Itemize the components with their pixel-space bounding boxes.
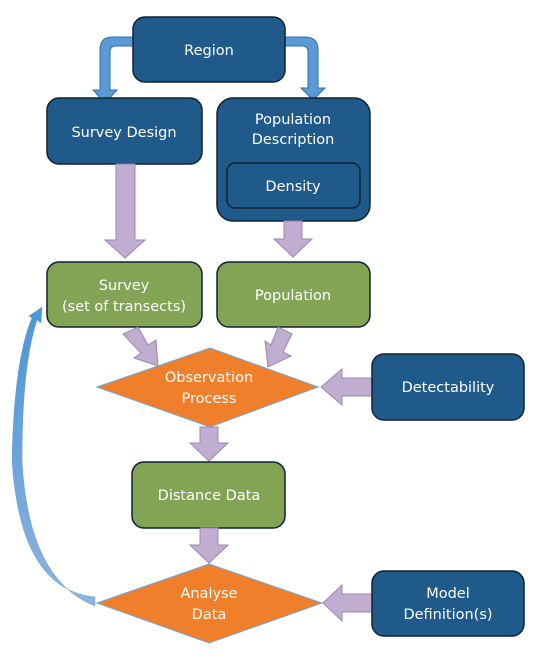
node-label: Analyse	[180, 586, 237, 602]
node-label: Data	[192, 607, 227, 623]
node-label: Distance Data	[158, 488, 261, 504]
node-distance-data: Distance Data	[131, 461, 286, 529]
node-region: Region	[132, 16, 286, 83]
node-label: Region	[184, 43, 234, 59]
arrow-region-to-survey-design	[91, 36, 134, 104]
arrow-analyse-data-to-survey	[11, 306, 96, 607]
arrow-population-to-observation-process	[264, 326, 293, 368]
node-survey: Survey (set of transects)	[46, 261, 203, 328]
node-population-description: Population Description Density	[216, 97, 371, 222]
node-label: Detectability	[402, 380, 495, 396]
node-label: Survey	[99, 278, 150, 294]
node-label: Process	[181, 391, 236, 407]
node-label: Observation	[165, 370, 253, 386]
node-label: Description	[252, 132, 335, 148]
node-survey-design: Survey Design	[46, 97, 203, 165]
flow-diagram: Region Survey Design Population Descript…	[11, 16, 525, 644]
node-density: Density	[226, 162, 361, 209]
node-detectability: Detectability	[371, 353, 525, 421]
arrow-model-definitions-to-analyse-data	[322, 583, 373, 623]
node-population: Population	[216, 261, 371, 328]
node-label: Model	[426, 586, 470, 602]
node-label: Population	[255, 112, 331, 128]
arrow-region-to-population-description	[284, 36, 327, 101]
arrow-detectability-to-observation-process	[320, 367, 373, 407]
arrow-survey-to-observation-process	[122, 326, 159, 367]
arrow-population-description-to-population	[272, 220, 314, 258]
node-analyse-data: Analyse Data	[95, 563, 324, 644]
node-label: Survey Design	[71, 125, 176, 141]
arrow-observation-to-distance-data	[188, 426, 230, 462]
arrow-survey-design-to-survey	[103, 163, 147, 259]
node-label: Population	[255, 288, 331, 304]
arrow-distance-data-to-analyse-data	[188, 527, 230, 564]
node-label: Definition(s)	[403, 607, 492, 623]
node-model-definitions: Model Definition(s)	[371, 570, 525, 637]
node-observation-process: Observation Process	[95, 347, 320, 428]
node-label: (set of transects)	[62, 299, 186, 315]
node-label: Density	[265, 179, 321, 195]
